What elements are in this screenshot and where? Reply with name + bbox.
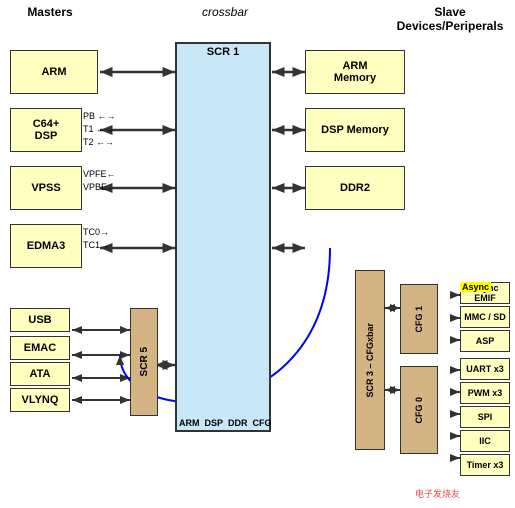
edma3-box: EDMA3 — [10, 224, 82, 268]
pwm-box: PWM x3 — [460, 382, 510, 404]
c64-dsp-box: C64+DSP — [10, 108, 82, 152]
emac-box: EMAC — [10, 336, 70, 360]
slaves-header: SlaveDevices/Periperals — [390, 5, 510, 33]
arm-memory-box: ARMMemory — [305, 50, 405, 94]
mmcsd-box: MMC / SD — [460, 306, 510, 328]
uart-box: UART x3 — [460, 358, 510, 380]
scr3-cfgxbar-box: SCR 3 – CFGxbar — [355, 270, 385, 450]
c64-bus-labels: PB ←→ T1 ←→ T2 ←→ — [83, 110, 116, 149]
usb-box: USB — [10, 308, 70, 332]
cfg0-box: CFG 0 — [400, 366, 438, 454]
masters-header: Masters — [10, 5, 90, 19]
scr1-crossbar: SCR 1 ARM DSP DDR CFG — [175, 42, 271, 432]
timer-box: Timer x3 — [460, 454, 510, 476]
scr5-box: SCR 5 — [130, 308, 158, 416]
arm-master-box: ARM — [10, 50, 98, 94]
async-label: Async — [460, 282, 491, 292]
iic-box: IIC — [460, 430, 510, 452]
crossbar-header: crossbar — [175, 5, 275, 19]
ata-box: ATA — [10, 362, 70, 386]
vpss-box: VPSS — [10, 166, 82, 210]
spi-box: SPI — [460, 406, 510, 428]
dsp-memory-box: DSP Memory — [305, 108, 405, 152]
vpss-bus-labels: VPFE← VPBE← — [83, 168, 116, 194]
edma3-bus-labels: TC0→ TC1→ — [83, 226, 109, 252]
diagram: Masters crossbar SlaveDevices/Periperals… — [0, 0, 515, 508]
vlynq-box: VLYNQ — [10, 388, 70, 412]
ddr2-box: DDR2 — [305, 166, 405, 210]
watermark: 电子发烧友 — [415, 487, 460, 500]
asp-box: ASP — [460, 330, 510, 352]
cfg1-box: CFG 1 — [400, 284, 438, 354]
